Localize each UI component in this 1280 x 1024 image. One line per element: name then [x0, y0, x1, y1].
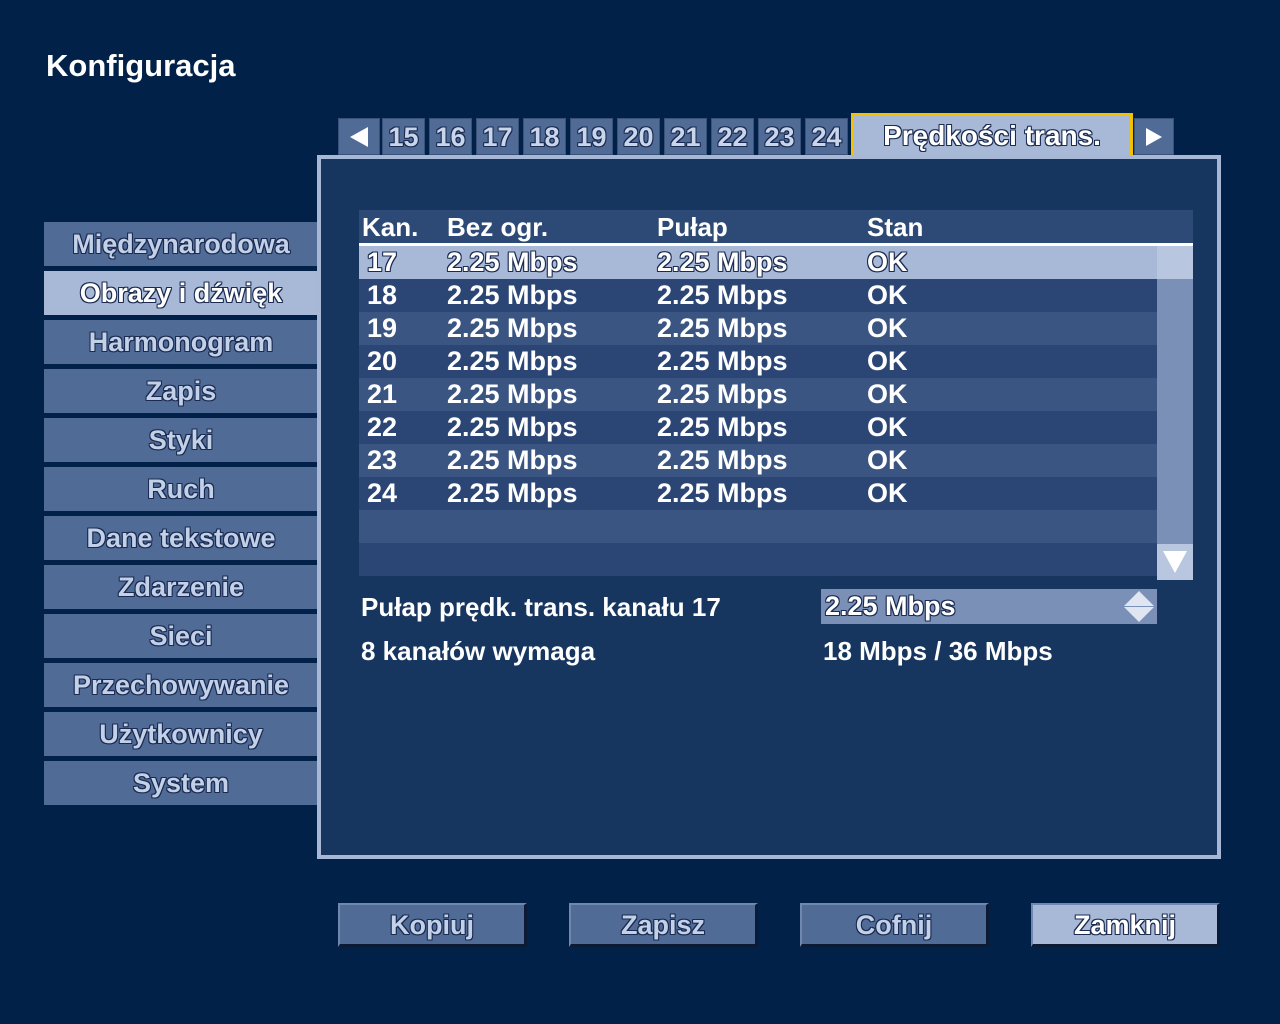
table-cell: 18 — [367, 280, 398, 310]
limit-selector[interactable]: 2.25 Mbps — [821, 589, 1157, 624]
sidebar-menu: Międzynarodowa Obrazy i dźwięk Harmonogram… — [44, 222, 318, 810]
sidebar-item[interactable]: Sieci — [44, 614, 318, 658]
limit-label: Pułap prędk. trans. kanału 17 — [361, 592, 721, 622]
table-row[interactable] — [359, 510, 1157, 543]
tab-channel[interactable]: 15 — [382, 118, 425, 155]
tab-channel[interactable]: 19 — [570, 118, 613, 155]
table-cell: 23 — [367, 445, 398, 475]
table-row[interactable] — [359, 543, 1157, 576]
tab-channel[interactable]: 23 — [758, 118, 801, 155]
table-cell: 21 — [367, 379, 398, 409]
table-scrollbar[interactable] — [1157, 246, 1193, 580]
sidebar-item[interactable]: Ruch — [44, 467, 318, 511]
table-cell: 22 — [367, 412, 398, 442]
table-cell: 2.25 Mbps — [657, 445, 788, 475]
tab-channel[interactable]: 16 — [429, 118, 472, 155]
table-row[interactable]: 19 2.25 Mbps 2.25 Mbps OK — [359, 312, 1157, 345]
table-cell: OK — [867, 379, 908, 409]
table-cell: 2.25 Mbps — [447, 445, 578, 475]
table-cell: 2.25 Mbps — [447, 280, 578, 310]
table-cell: 2.25 Mbps — [657, 247, 788, 277]
table-cell: OK — [867, 346, 908, 376]
table-cell: 2.25 Mbps — [447, 313, 578, 343]
table-cell: 24 — [367, 478, 398, 508]
header-status: Stan — [867, 212, 924, 242]
sidebar-item[interactable]: Harmonogram — [44, 320, 318, 364]
undo-button[interactable]: Cofnij — [800, 903, 989, 947]
tab-channel[interactable]: 18 — [523, 118, 566, 155]
sidebar-item[interactable]: Przechowywanie — [44, 663, 318, 707]
triangle-down-icon — [1163, 551, 1187, 573]
table-row[interactable]: 21 2.25 Mbps 2.25 Mbps OK — [359, 378, 1157, 411]
table-cell: 2.25 Mbps — [657, 280, 788, 310]
table-cell: OK — [867, 478, 908, 508]
sidebar-item[interactable]: Użytkownicy — [44, 712, 318, 756]
tab-bitrate[interactable]: Prędkości trans. — [851, 113, 1133, 159]
table-cell: 19 — [367, 313, 398, 343]
table-row[interactable]: 18 2.25 Mbps 2.25 Mbps OK — [359, 279, 1157, 312]
sidebar-item[interactable]: System — [44, 761, 318, 805]
sidebar-item[interactable]: Dane tekstowe — [44, 516, 318, 560]
table-row[interactable]: 22 2.25 Mbps 2.25 Mbps OK — [359, 411, 1157, 444]
triangle-right-icon — [1146, 127, 1162, 146]
tab-next-button[interactable] — [1134, 118, 1174, 155]
bitrate-table: Kan. Bez ogr. Pułap Stan 17 2.25 Mbps 2.25… — [359, 210, 1193, 580]
table-cell: 2.25 Mbps — [657, 478, 788, 508]
table-row[interactable]: 17 2.25 Mbps 2.25 Mbps OK — [359, 246, 1157, 279]
table-body: 17 2.25 Mbps 2.25 Mbps OK 18 2.25 Mbps 2.25 Mb… — [359, 246, 1157, 576]
table-cell: 2.25 Mbps — [447, 478, 578, 508]
sidebar-item[interactable]: Obrazy i dźwięk — [44, 271, 318, 315]
table-cell: 2.25 Mbps — [657, 346, 788, 376]
sidebar-item[interactable]: Zapis — [44, 369, 318, 413]
copy-button[interactable]: Kopiuj — [338, 903, 527, 947]
tab-channel[interactable]: 17 — [476, 118, 519, 155]
table-row[interactable]: 23 2.25 Mbps 2.25 Mbps OK — [359, 444, 1157, 477]
triangle-left-icon — [350, 126, 368, 147]
sidebar-item[interactable]: Styki — [44, 418, 318, 462]
close-button[interactable]: Zamknij — [1031, 903, 1220, 947]
limit-value: 2.25 Mbps — [825, 591, 956, 621]
table-cell: 2.25 Mbps — [657, 313, 788, 343]
tab-channel[interactable]: 20 — [617, 118, 660, 155]
up-down-arrows-icon[interactable] — [1123, 591, 1155, 622]
header-unlimited: Bez ogr. — [447, 212, 549, 242]
table-cell: OK — [867, 445, 908, 475]
header-channel: Kan. — [362, 212, 419, 242]
table-cell: OK — [867, 247, 908, 277]
table-row[interactable]: 24 2.25 Mbps 2.25 Mbps OK — [359, 477, 1157, 510]
table-cell: OK — [867, 412, 908, 442]
table-cell: 2.25 Mbps — [657, 412, 788, 442]
table-header: Kan. Bez ogr. Pułap Stan — [359, 210, 1193, 246]
requires-value: 18 Mbps / 36 Mbps — [823, 636, 1053, 666]
requires-label: 8 kanałów wymaga — [361, 636, 596, 666]
scrollbar-thumb[interactable] — [1157, 246, 1193, 279]
save-button[interactable]: Zapisz — [569, 903, 758, 947]
table-cell: OK — [867, 313, 908, 343]
table-cell: 2.25 Mbps — [447, 412, 578, 442]
table-cell: 2.25 Mbps — [447, 379, 578, 409]
sidebar-item[interactable]: Zdarzenie — [44, 565, 318, 609]
table-cell: 2.25 Mbps — [657, 379, 788, 409]
scroll-down-button[interactable] — [1157, 544, 1193, 580]
table-row[interactable]: 20 2.25 Mbps 2.25 Mbps OK — [359, 345, 1157, 378]
table-cell: 2.25 Mbps — [447, 346, 578, 376]
settings-panel: Kan. Bez ogr. Pułap Stan 17 2.25 Mbps 2.25… — [317, 155, 1221, 859]
header-limit: Pułap — [657, 212, 728, 242]
table-cell: 2.25 Mbps — [447, 247, 578, 277]
tab-channel[interactable]: 21 — [664, 118, 707, 155]
page-title: Konfiguracja — [46, 48, 236, 83]
table-cell: OK — [867, 280, 908, 310]
table-cell: 17 — [367, 247, 398, 277]
sidebar-item[interactable]: Międzynarodowa — [44, 222, 318, 266]
tab-prev-button[interactable] — [338, 118, 380, 155]
tab-channel[interactable]: 22 — [711, 118, 754, 155]
table-cell: 20 — [367, 346, 398, 376]
tab-channel[interactable]: 24 — [805, 118, 848, 155]
